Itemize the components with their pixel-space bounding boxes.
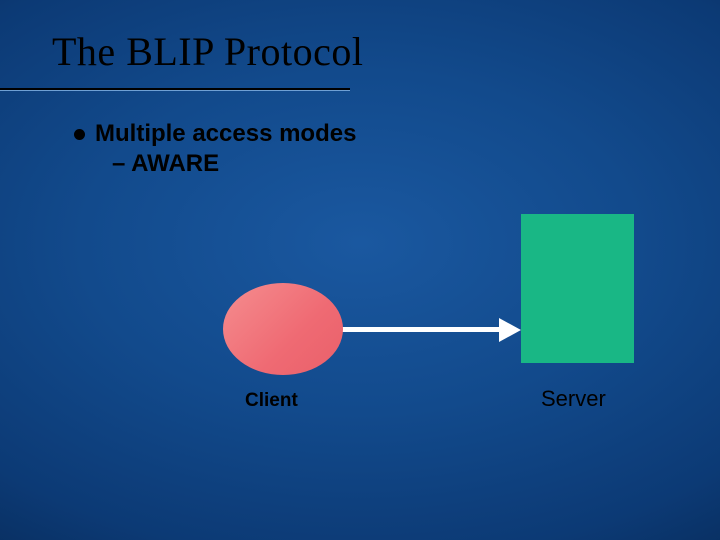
title-underline <box>0 88 350 91</box>
server-shape <box>521 214 634 363</box>
server-label: Server <box>541 386 606 412</box>
client-shape <box>223 283 343 375</box>
slide: The BLIP Protocol Multiple access modes … <box>0 0 720 540</box>
client-label: Client <box>245 390 298 412</box>
slide-title: The BLIP Protocol <box>52 28 363 75</box>
bullet-sub-text: – AWARE <box>112 150 219 178</box>
bullet-main-text: Multiple access modes <box>95 120 356 148</box>
bullet-main: Multiple access modes <box>74 120 356 148</box>
bullet-icon <box>74 129 85 140</box>
